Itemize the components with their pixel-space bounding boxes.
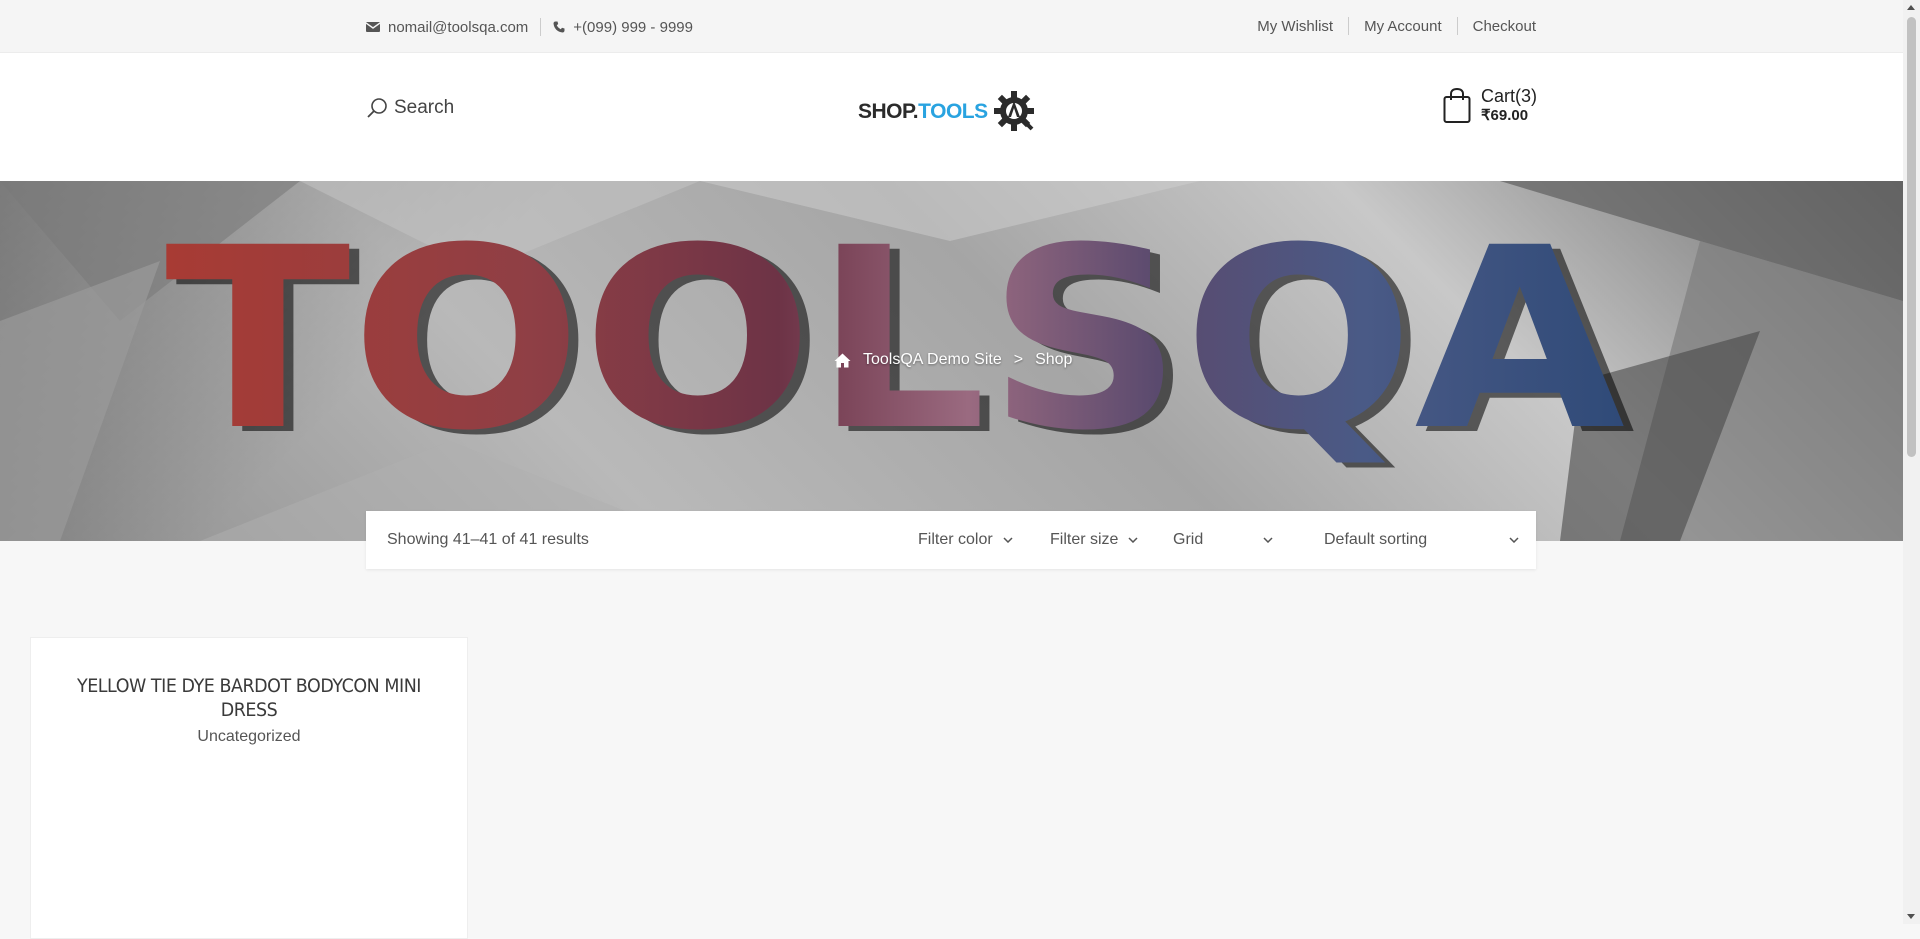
search-button[interactable]: Search [366, 97, 454, 119]
search-label: Search [394, 97, 455, 118]
filter-size-label: Filter size [1050, 531, 1119, 548]
hero-banner: TOOLSQA TOOLSQA ToolsQA Demo Site > Shop [0, 181, 1903, 541]
sorting-select[interactable]: Default sorting [1324, 531, 1519, 549]
account-links: My Wishlist My Account Checkout [1257, 17, 1536, 35]
chevron-down-icon [1128, 537, 1138, 543]
divider [1348, 17, 1350, 35]
page-scrollbar[interactable] [1903, 0, 1920, 924]
filter-size-dropdown[interactable]: Filter size [1050, 531, 1138, 549]
breadcrumb-current: Shop [1035, 351, 1073, 368]
cart-total: ₹69.00 [1480, 107, 1529, 124]
envelope-icon [366, 22, 380, 32]
shop-toolbar: Showing 41–41 of 41 results Filter color… [366, 511, 1536, 569]
banner-wordmark-text: TOOLSQA [165, 194, 1625, 485]
contact-phone[interactable]: +(099) 999 - 9999 [573, 19, 693, 36]
product-card[interactable]: YELLOW TIE DYE BARDOT BODYCON MINI DRESS… [30, 637, 468, 939]
view-mode-value: Grid [1173, 531, 1204, 548]
chevron-down-icon [1509, 537, 1519, 543]
product-title[interactable]: YELLOW TIE DYE BARDOT BODYCON MINI DRESS [67, 674, 431, 722]
site-header: Search SHOP. TOOLS Cart(3) ₹69.00 [0, 53, 1903, 181]
logo-tools-text: TOOLS [918, 100, 988, 123]
scrollbar-thumb[interactable] [1907, 17, 1916, 457]
home-icon[interactable] [834, 353, 851, 368]
breadcrumb-home-link[interactable]: ToolsQA Demo Site [863, 351, 1002, 369]
site-logo[interactable]: SHOP. TOOLS [858, 89, 1038, 135]
view-mode-select[interactable]: Grid [1173, 531, 1273, 549]
divider [540, 18, 542, 36]
chevron-down-icon [1263, 537, 1273, 543]
breadcrumb: ToolsQA Demo Site > Shop [834, 351, 1072, 369]
scroll-up-arrow[interactable] [1907, 5, 1915, 10]
phone-icon [553, 21, 565, 33]
contact-info: nomail@toolsqa.com +(099) 999 - 9999 [366, 17, 693, 37]
divider [1456, 17, 1458, 35]
search-icon [367, 98, 387, 118]
gear-logo-icon [993, 91, 1034, 131]
chevron-down-icon [1003, 537, 1013, 543]
top-bar: nomail@toolsqa.com +(099) 999 - 9999 My … [0, 0, 1903, 53]
filter-color-dropdown[interactable]: Filter color [918, 531, 1013, 549]
sorting-value: Default sorting [1324, 531, 1428, 548]
checkout-link[interactable]: Checkout [1473, 18, 1536, 35]
cart-button[interactable]: Cart(3) ₹69.00 [1443, 87, 1537, 125]
my-account-link[interactable]: My Account [1364, 18, 1442, 35]
scroll-down-arrow[interactable] [1907, 914, 1915, 919]
breadcrumb-separator: > [1013, 351, 1024, 368]
shopping-bag-icon [1443, 88, 1471, 123]
filter-color-label: Filter color [918, 531, 993, 548]
logo-shop-text: SHOP. [858, 100, 919, 123]
my-wishlist-link[interactable]: My Wishlist [1257, 18, 1333, 35]
cart-count: Cart(3) [1480, 86, 1537, 106]
contact-email[interactable]: nomail@toolsqa.com [388, 19, 528, 36]
cart-summary: Cart(3) ₹69.00 [1481, 87, 1537, 125]
result-count: Showing 41–41 of 41 results [387, 531, 589, 548]
product-category[interactable]: Uncategorized [31, 728, 467, 746]
